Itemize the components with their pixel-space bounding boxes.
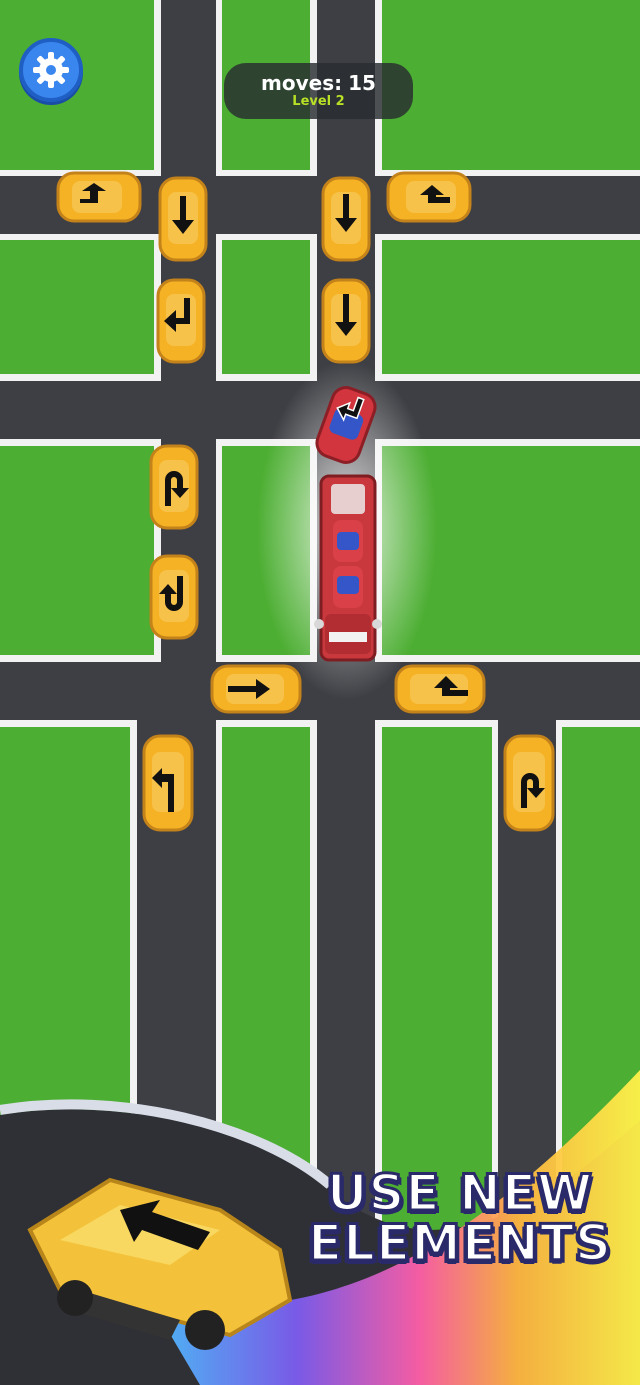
taxi-car[interactable] <box>56 171 142 223</box>
fire-truck[interactable] <box>314 474 382 662</box>
taxi-car[interactable] <box>321 278 371 364</box>
taxi-car[interactable] <box>394 664 486 714</box>
taxi-car[interactable] <box>321 176 371 262</box>
taxi-car[interactable] <box>158 176 208 262</box>
moves-counter: moves: 15 <box>261 72 376 94</box>
promo-line-2: ELEMENTS <box>306 1214 613 1272</box>
level-label: Level 2 <box>292 94 345 109</box>
taxi-car[interactable] <box>149 554 199 640</box>
promo-text: USE NEW ELEMENTS <box>300 1164 620 1272</box>
taxi-car[interactable] <box>210 664 302 714</box>
moves-value: 15 <box>348 71 376 95</box>
taxi-car[interactable] <box>503 734 555 832</box>
promo-line-1: USE NEW <box>325 1164 594 1222</box>
taxi-car[interactable] <box>149 444 199 530</box>
moves-label: moves: <box>261 71 343 95</box>
moves-panel: moves: 15 Level 2 <box>224 63 413 119</box>
taxi-car[interactable] <box>156 278 206 364</box>
taxi-car[interactable] <box>142 734 194 832</box>
taxi-car[interactable] <box>386 171 472 223</box>
gear-icon <box>33 52 69 88</box>
settings-button[interactable] <box>19 38 83 102</box>
